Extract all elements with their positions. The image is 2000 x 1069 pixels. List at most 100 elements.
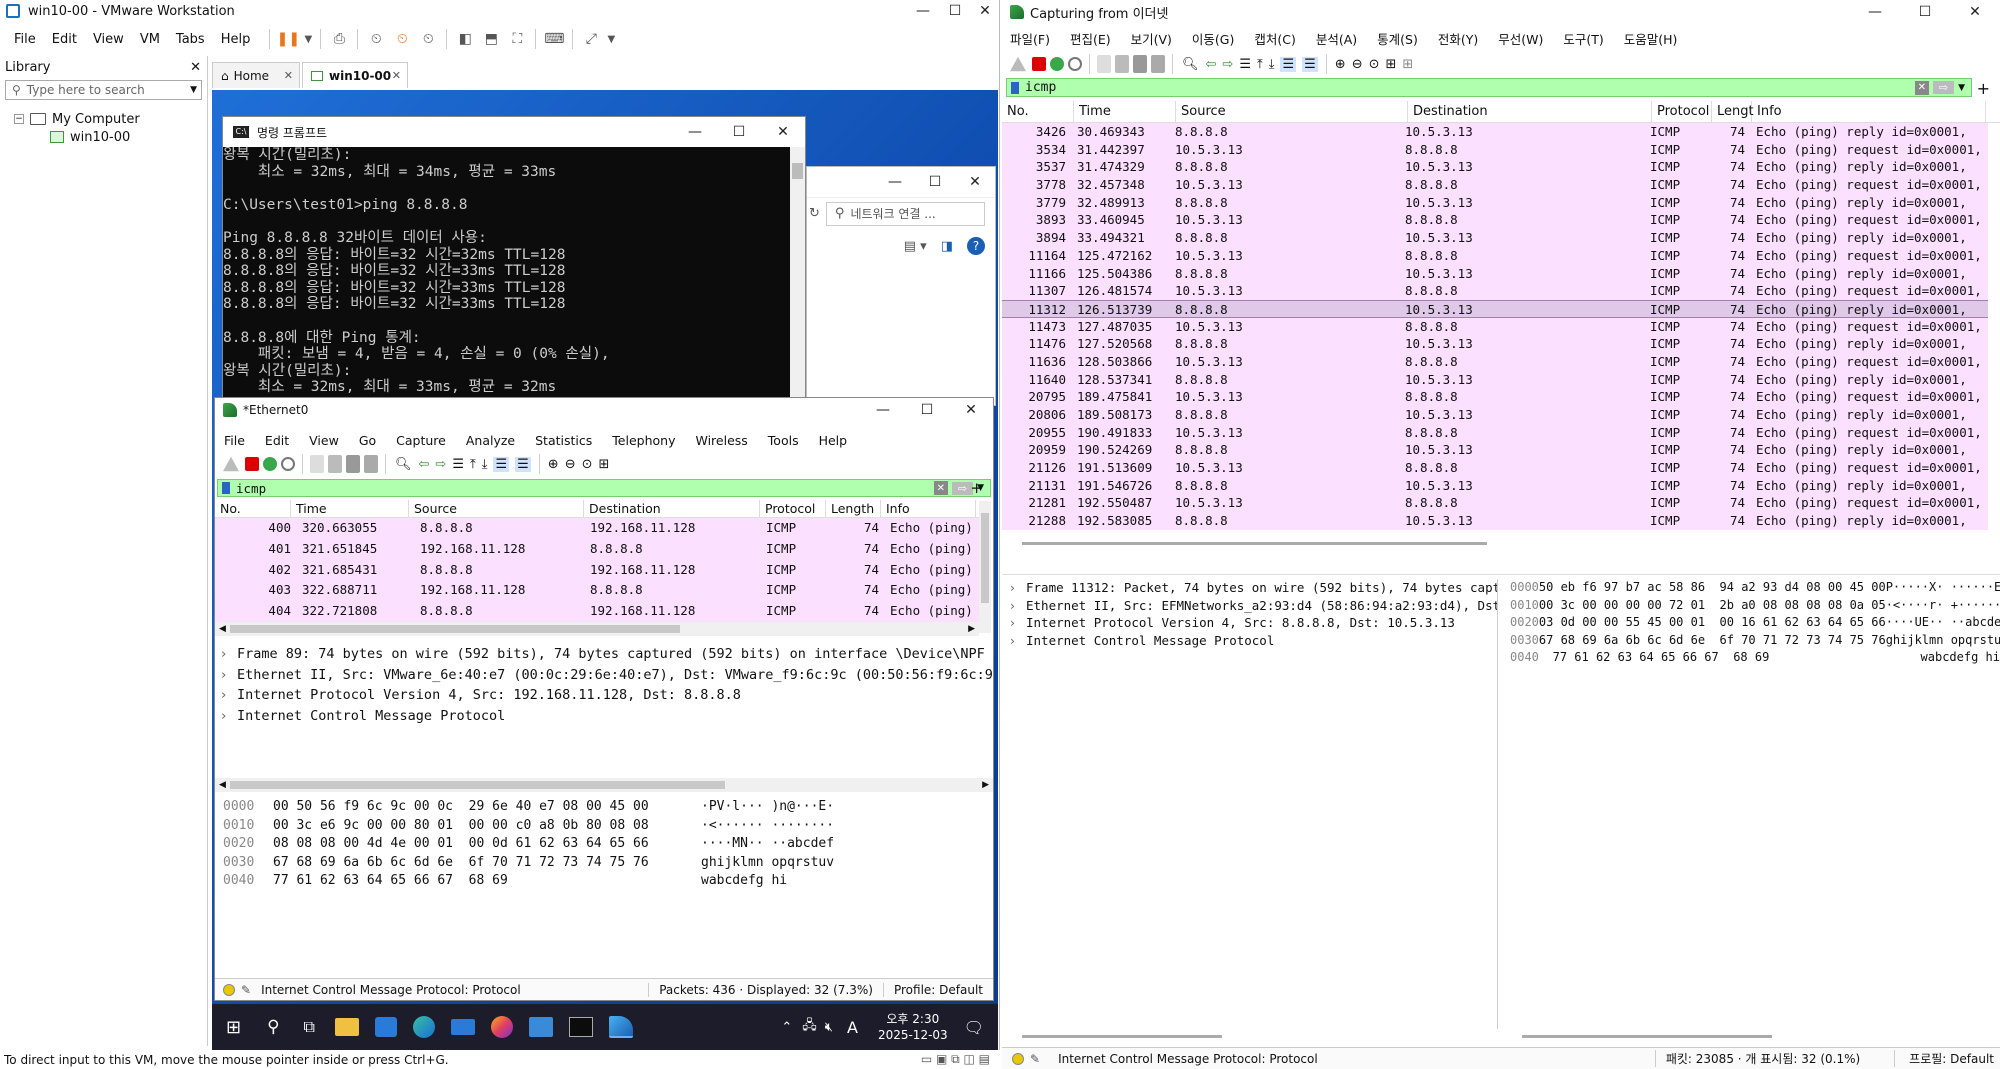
menu-item[interactable]: Statistics: [535, 433, 592, 448]
table-row[interactable]: 11166 125.504386 8.8.8.8 10.5.3.13 ICMP 74 Ech…: [1002, 264, 1988, 283]
ws-host-list-hscroll[interactable]: [1002, 535, 2000, 551]
column-header[interactable]: Source: [1176, 101, 1408, 122]
table-row[interactable]: 3778 32.457348 10.5.3.13 8.8.8.8 ICMP 74 Echo …: [1002, 176, 1988, 194]
hex-bytes[interactable]: 00 50 56 f9 6c 9c 00 0c 29 6e 40 e7 08 0…: [273, 798, 701, 817]
go-forward-icon[interactable]: ⇨: [1222, 57, 1233, 72]
hex-bytes[interactable]: 00 3c 00 00 00 00 72 01 2b a0 08 08 08 0…: [1539, 597, 1886, 615]
table-row[interactable]: 20795 189.475841 10.5.3.13 8.8.8.8 ICMP 74 Ech…: [1002, 388, 1988, 406]
column-header[interactable]: Length: [826, 500, 881, 517]
resize-columns-icon[interactable]: ⊞: [1386, 57, 1397, 72]
reload-file-icon[interactable]: [1151, 55, 1165, 73]
bookmark-icon[interactable]: [1011, 81, 1019, 94]
table-row[interactable]: 11473 127.487035 10.5.3.13 8.8.8.8 ICMP 74 Ech…: [1002, 317, 1988, 336]
table-row[interactable]: 3537 31.474329 8.8.8.8 10.5.3.13 ICMP 74 Echo …: [1002, 158, 1988, 177]
maximize-button[interactable]: ☐: [905, 399, 949, 421]
restart-capture-icon[interactable]: [1050, 57, 1064, 71]
search-dropdown-icon[interactable]: ▼: [190, 85, 197, 95]
fullscreen-icon[interactable]: ⛶: [504, 27, 530, 51]
hex-bytes[interactable]: 77 61 62 63 64 65 66 67 68 69: [273, 872, 701, 891]
table-row[interactable]: 21281 192.550487 10.5.3.13 8.8.8.8 ICMP 74 Ech…: [1002, 494, 1988, 513]
resize-columns-icon[interactable]: ⊞: [599, 457, 610, 472]
open-file-icon[interactable]: [310, 455, 324, 473]
column-header[interactable]: No.: [1002, 101, 1074, 122]
hex-ascii[interactable]: wabcdefg hi: [701, 872, 787, 891]
menu-item[interactable]: 도움말(H): [1624, 29, 1678, 48]
save-file-icon[interactable]: [1115, 55, 1129, 73]
maximize-button[interactable]: ☐: [915, 171, 955, 193]
detail-row[interactable]: › Frame 11312: Packet, 74 bytes on wire (…: [1010, 579, 1497, 597]
open-file-icon[interactable]: [1097, 55, 1111, 73]
volume-tray-icon[interactable]: 🔇︎: [825, 1020, 833, 1035]
column-header[interactable]: Info: [881, 500, 976, 517]
find-packet-icon[interactable]: 🔍︎: [395, 457, 412, 472]
clear-filter-icon[interactable]: ✕: [1914, 80, 1929, 95]
mail-icon[interactable]: [450, 1019, 475, 1035]
column-header[interactable]: Destination: [1408, 101, 1652, 122]
console-icon[interactable]: ⌨: [541, 27, 567, 51]
menu-file[interactable]: File: [14, 32, 36, 47]
close-button[interactable]: ✕: [1950, 1, 2000, 23]
pause-icon[interactable]: ❚❚: [275, 27, 301, 51]
ws-vm-list-hscroll[interactable]: ◀ ▶: [215, 622, 979, 636]
stretch-dropdown-icon[interactable]: ▼: [604, 27, 618, 51]
close-file-icon[interactable]: [1133, 55, 1147, 73]
table-row[interactable]: 403 322.688711 192.168.11.128 8.8.8.8 ICMP 74…: [215, 580, 979, 602]
go-to-packet-icon[interactable]: ☰: [452, 457, 464, 472]
tray-chevron-icon[interactable]: ⌃: [781, 1020, 792, 1035]
notifications-icon[interactable]: 🗨︎: [964, 1018, 984, 1037]
hex-bytes[interactable]: 08 08 08 00 4d 4e 00 01 00 0d 61 62 63 6…: [273, 835, 701, 854]
edit-comment-icon[interactable]: ✎: [241, 983, 251, 997]
store-icon[interactable]: [374, 1017, 397, 1037]
minimize-button[interactable]: —: [861, 399, 905, 421]
hex-bytes[interactable]: 77 61 62 63 64 65 66 67 68 69: [1553, 649, 1921, 667]
menu-item[interactable]: Go: [359, 433, 376, 448]
table-row[interactable]: 400 320.663055 8.8.8.8 192.168.11.128 ICMP 74…: [215, 518, 979, 539]
tab-close-icon[interactable]: ✕: [284, 69, 293, 82]
close-button[interactable]: ✕: [955, 171, 995, 193]
expand-chevron-icon[interactable]: ›: [221, 644, 237, 665]
library-search[interactable]: ⚲ Type here to search ▼: [5, 80, 202, 100]
bookmark-icon[interactable]: [222, 482, 230, 494]
zoom-normal-icon[interactable]: ⊙: [1369, 57, 1380, 72]
close-button[interactable]: ✕: [970, 0, 1000, 22]
column-header[interactable]: Time: [1074, 101, 1176, 122]
menu-item[interactable]: 이동(G): [1192, 29, 1234, 48]
go-back-icon[interactable]: ⇦: [419, 457, 430, 472]
table-row[interactable]: 401 321.651845 192.168.11.128 8.8.8.8 ICMP 74…: [215, 538, 979, 560]
ime-indicator[interactable]: A: [847, 1018, 858, 1037]
menu-item[interactable]: 보기(V): [1131, 29, 1172, 48]
expand-chevron-icon[interactable]: ›: [221, 685, 237, 706]
detail-row[interactable]: › Ethernet II, Src: VMware_6e:40:e7 (00:0…: [221, 665, 993, 686]
table-row[interactable]: 3894 33.494321 8.8.8.8 10.5.3.13 ICMP 74 Echo …: [1002, 229, 1988, 247]
hex-ascii[interactable]: P·····X· ······E·: [1886, 579, 2000, 597]
start-capture-icon[interactable]: [223, 456, 239, 472]
edge-icon[interactable]: [412, 1016, 435, 1038]
menu-item[interactable]: 캡처(C): [1254, 29, 1295, 48]
maximize-button[interactable]: ☐: [940, 0, 970, 22]
menu-item[interactable]: Help: [819, 433, 848, 448]
cmd-scrollbar[interactable]: [790, 147, 805, 400]
go-back-icon[interactable]: ⇦: [1206, 57, 1217, 72]
minimize-button[interactable]: —: [906, 0, 940, 22]
menu-item[interactable]: Wireless: [695, 433, 747, 448]
detail-row[interactable]: › Internet Control Message Protocol: [221, 706, 993, 727]
table-row[interactable]: 3534 31.442397 10.5.3.13 8.8.8.8 ICMP 74 Echo …: [1002, 140, 1988, 159]
close-file-icon[interactable]: [346, 455, 360, 473]
ws-host-filter-bar[interactable]: icmp ✕ ⇨ ▼: [1006, 78, 1972, 97]
hex-ascii[interactable]: ·PV·l··· )n@···E·: [701, 798, 834, 817]
detail-row[interactable]: › Internet Protocol Version 4, Src: 192.1…: [221, 685, 993, 706]
hex-ascii[interactable]: ····MN·· ··abcdef: [701, 835, 834, 854]
menu-item[interactable]: 전화(Y): [1438, 29, 1478, 48]
snapshot-manager-icon[interactable]: ⏲: [415, 27, 441, 51]
zoom-out-icon[interactable]: ⊖: [1352, 57, 1363, 72]
library-view-icon[interactable]: ◧: [452, 27, 478, 51]
expand-chevron-icon[interactable]: ›: [1010, 614, 1026, 632]
table-row[interactable]: 20806 189.508173 8.8.8.8 10.5.3.13 ICMP 74 Ech…: [1002, 406, 1988, 424]
hex-bytes[interactable]: 03 0d 00 00 55 45 00 01 00 16 61 62 63 6…: [1539, 614, 1886, 632]
start-capture-icon[interactable]: [1010, 56, 1026, 72]
search-icon[interactable]: ⚲: [267, 1017, 279, 1037]
minimize-button[interactable]: —: [875, 171, 915, 193]
capture-options-icon[interactable]: [1068, 57, 1082, 71]
ws-host-details-hscroll[interactable]: [1022, 1035, 1222, 1038]
table-row[interactable]: 21131 191.546726 8.8.8.8 10.5.3.13 ICMP 74 Ech…: [1002, 476, 1988, 495]
